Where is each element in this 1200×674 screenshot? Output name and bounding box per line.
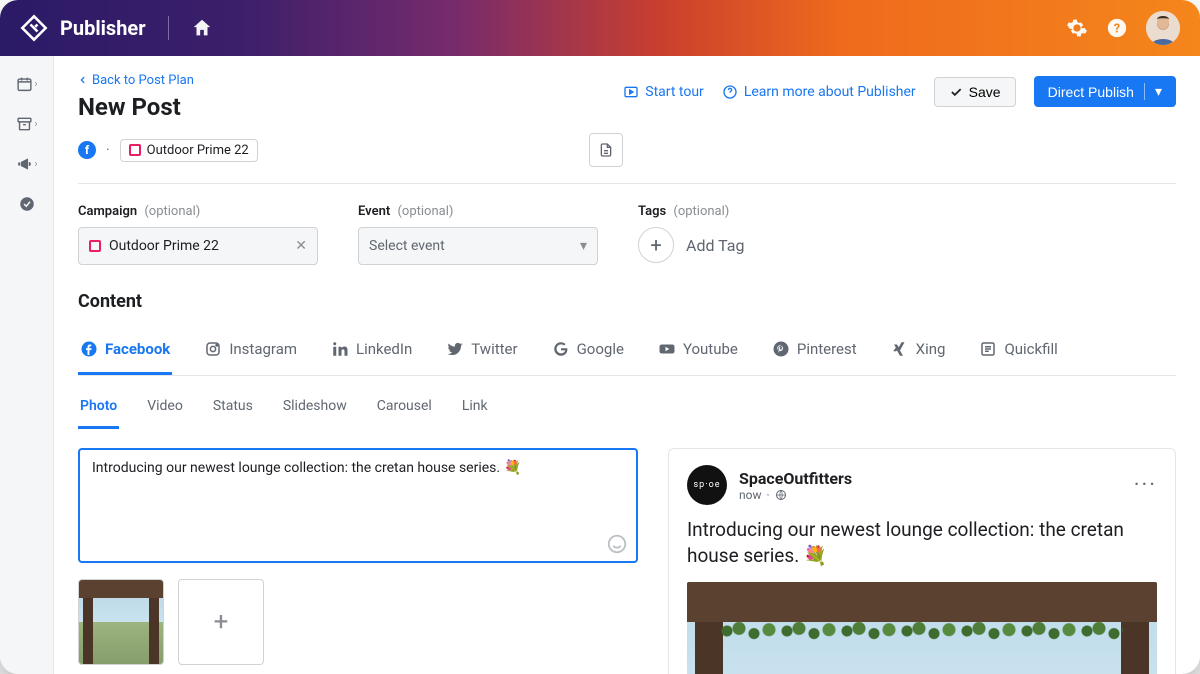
campaign-color-icon bbox=[129, 144, 141, 156]
add-media-button[interactable]: + bbox=[178, 579, 264, 665]
media-thumbnail[interactable] bbox=[78, 579, 164, 665]
tags-label: Tags (optional) bbox=[638, 204, 729, 219]
preview-post-text: Introducing our newest lounge collection… bbox=[687, 517, 1157, 568]
sidebar-calendar-icon[interactable]: › bbox=[16, 74, 38, 94]
sidebar: › › › bbox=[0, 56, 54, 674]
chevron-down-icon: ▾ bbox=[580, 238, 587, 254]
divider bbox=[78, 183, 1176, 184]
tab-pinterest[interactable]: Pinterest bbox=[770, 330, 859, 375]
emoji-picker-icon[interactable] bbox=[606, 533, 628, 555]
post-preview: sp·oe SpaceOutfitters now · ··· Introduc… bbox=[668, 448, 1176, 674]
event-select[interactable]: Select event ▾ bbox=[358, 227, 598, 265]
brand-name: Publisher bbox=[60, 16, 146, 40]
campaign-label: Campaign (optional) bbox=[78, 204, 200, 219]
post-more-icon[interactable]: ··· bbox=[1134, 473, 1157, 498]
add-tag-label: Add Tag bbox=[686, 236, 745, 255]
tab-linkedin[interactable]: LinkedIn bbox=[329, 330, 414, 375]
type-tab-photo[interactable]: Photo bbox=[78, 390, 119, 429]
content-heading: Content bbox=[78, 291, 1176, 312]
start-tour-link[interactable]: Start tour bbox=[623, 84, 704, 100]
learn-more-link[interactable]: Learn more about Publisher bbox=[722, 84, 916, 100]
topbar-divider bbox=[168, 16, 169, 40]
composer-textarea[interactable]: Introducing our newest lounge collection… bbox=[78, 448, 638, 563]
home-icon[interactable] bbox=[191, 17, 213, 39]
tab-youtube[interactable]: Youtube bbox=[656, 330, 740, 375]
caret-down-icon: ▾ bbox=[1144, 83, 1162, 100]
type-tab-carousel[interactable]: Carousel bbox=[375, 390, 434, 429]
document-button[interactable] bbox=[589, 133, 623, 167]
tab-xing[interactable]: Xing bbox=[889, 330, 948, 375]
brand: Publisher bbox=[20, 14, 146, 42]
sidebar-megaphone-icon[interactable]: › bbox=[16, 154, 38, 174]
tab-quickfill[interactable]: Quickfill bbox=[977, 330, 1059, 375]
preview-post-image bbox=[687, 582, 1157, 674]
event-label: Event (optional) bbox=[358, 204, 453, 219]
composer-text: Introducing our newest lounge collection… bbox=[92, 460, 500, 476]
topbar: Publisher ? bbox=[0, 0, 1200, 56]
campaign-select[interactable]: Outdoor Prime 22 ✕ bbox=[78, 227, 318, 265]
sidebar-archive-icon[interactable]: › bbox=[16, 114, 38, 134]
type-tab-slideshow[interactable]: Slideshow bbox=[281, 390, 349, 429]
svg-text:?: ? bbox=[1114, 22, 1120, 37]
facebook-icon: f bbox=[78, 141, 96, 159]
sidebar-check-icon[interactable] bbox=[16, 194, 38, 214]
preview-avatar: sp·oe bbox=[687, 465, 727, 505]
tags-field: Tags (optional) + Add Tag bbox=[638, 200, 745, 265]
social-tabs: Facebook Instagram LinkedIn Twitter Goog… bbox=[78, 330, 1176, 376]
tab-instagram[interactable]: Instagram bbox=[202, 330, 299, 375]
composer-emoji: 💐 bbox=[504, 460, 521, 476]
separator-dot: · bbox=[106, 142, 110, 158]
globe-icon bbox=[775, 489, 787, 501]
back-link[interactable]: Back to Post Plan bbox=[78, 73, 194, 88]
page-title: New Post bbox=[78, 93, 623, 121]
type-tab-status[interactable]: Status bbox=[211, 390, 255, 429]
brand-logo-icon bbox=[20, 14, 48, 42]
preview-meta: now · bbox=[739, 488, 852, 502]
clear-icon[interactable]: ✕ bbox=[295, 238, 307, 254]
campaign-field: Campaign (optional) Outdoor Prime 22 ✕ bbox=[78, 200, 318, 265]
type-tabs: Photo Video Status Slideshow Carousel Li… bbox=[78, 390, 1176, 430]
tab-google[interactable]: Google bbox=[550, 330, 626, 375]
campaign-chip[interactable]: Outdoor Prime 22 bbox=[120, 139, 258, 162]
settings-icon[interactable] bbox=[1066, 17, 1088, 39]
help-icon[interactable]: ? bbox=[1106, 17, 1128, 39]
save-button[interactable]: Save bbox=[934, 77, 1016, 107]
add-tag-button[interactable]: + bbox=[638, 227, 674, 263]
type-tab-video[interactable]: Video bbox=[145, 390, 185, 429]
campaign-color-icon bbox=[89, 240, 101, 252]
preview-page-name: SpaceOutfitters bbox=[739, 469, 852, 488]
type-tab-link[interactable]: Link bbox=[460, 390, 490, 429]
event-field: Event (optional) Select event ▾ bbox=[358, 200, 598, 265]
publish-button[interactable]: Direct Publish ▾ bbox=[1034, 76, 1176, 107]
tab-twitter[interactable]: Twitter bbox=[444, 330, 519, 375]
tab-facebook[interactable]: Facebook bbox=[78, 330, 172, 375]
user-avatar[interactable] bbox=[1146, 11, 1180, 45]
